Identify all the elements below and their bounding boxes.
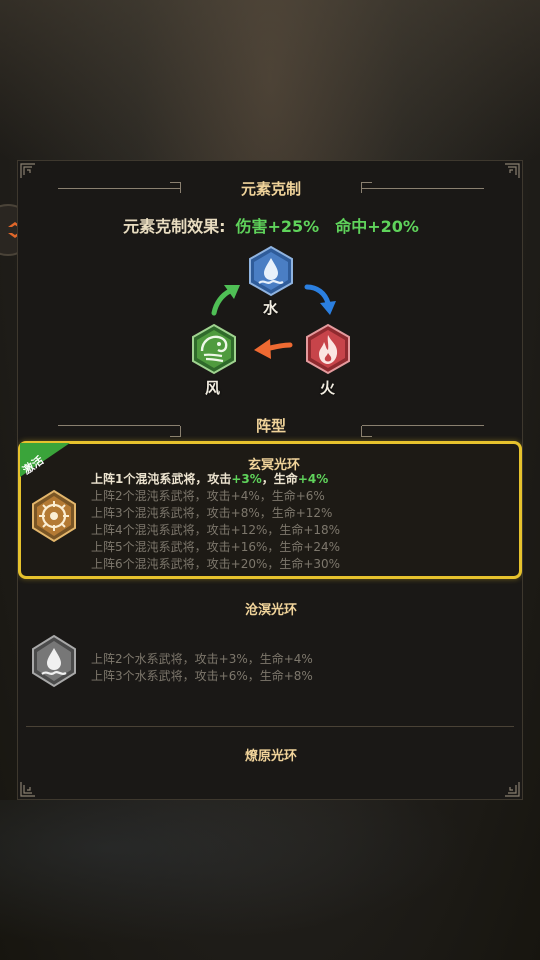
arrow-water-to-fire-icon bbox=[304, 284, 336, 315]
aura-title-liaoyuan: 燎原光环 bbox=[244, 749, 297, 764]
background-blur-bottom bbox=[0, 800, 540, 960]
aura-card-cangming[interactable]: 沧溟光环 上阵2个水系武将，攻击+3%，生命+4% 上阵3个水系武将，攻击+6%… bbox=[18, 591, 522, 721]
aura-line: 上阵6个混沌系武将，攻击+20%，生命+30% bbox=[91, 557, 341, 571]
aura-line: 上阵3个水系武将，攻击+6%，生命+8% bbox=[91, 669, 313, 683]
element-label-fire: 火 bbox=[320, 379, 336, 397]
effect-label: 元素克制效果: bbox=[123, 217, 226, 236]
element-formation-panel: 元素克制 元素克制效果: 伤害+25% 命中+20% 水 火 风 阵型 激活 玄… bbox=[17, 160, 523, 800]
aura-line: 上阵5个混沌系武将，攻击+16%，生命+24% bbox=[91, 540, 341, 554]
arrow-wind-to-water-icon bbox=[211, 285, 240, 316]
aura-line: 上阵3个混沌系武将，攻击+8%，生命+12% bbox=[91, 506, 333, 520]
background-blur-top bbox=[0, 0, 540, 160]
aura-card-liaoyuan[interactable]: 燎原光环 bbox=[18, 737, 522, 797]
formation-section-title: 阵型 bbox=[255, 417, 286, 435]
arrow-fire-to-wind-icon bbox=[254, 339, 293, 359]
effect-damage: 伤害+25% bbox=[235, 217, 320, 236]
aura-line: 上阵4个混沌系武将，攻击+12%，生命+18% bbox=[91, 523, 341, 537]
water-icon bbox=[249, 245, 293, 297]
aura-lines-xuanming: 上阵1个混沌系武将，攻击+3%，生命+4% 上阵2个混沌系武将，攻击+4%，生命… bbox=[91, 471, 340, 573]
aura-line-active: 上阵1个混沌系武将，攻击+3%，生命+4% bbox=[91, 472, 329, 486]
element-label-water: 水 bbox=[263, 299, 279, 317]
element-section-header: 元素克制 bbox=[18, 177, 522, 201]
aura-line: 上阵2个混沌系武将，攻击+4%，生命+6% bbox=[91, 489, 325, 503]
chaos-icon bbox=[32, 489, 76, 543]
aura-separator bbox=[26, 726, 514, 727]
wind-icon bbox=[192, 323, 236, 375]
element-effect-row: 元素克制效果: 伤害+25% 命中+20% bbox=[18, 213, 522, 237]
fire-icon bbox=[306, 323, 350, 375]
element-label-wind: 风 bbox=[205, 379, 221, 397]
aura-card-xuanming[interactable]: 激活 玄冥光环 上阵1个混沌系武将，攻击+3%，生命+4% 上阵2个混沌系武将，… bbox=[18, 441, 522, 579]
water-icon bbox=[32, 634, 76, 688]
aura-title-cangming: 沧溟光环 bbox=[244, 603, 297, 618]
aura-line: 上阵2个水系武将，攻击+3%，生命+4% bbox=[91, 652, 313, 666]
formation-section-header: 阵型 bbox=[18, 414, 522, 438]
aura-lines-cangming: 上阵2个水系武将，攻击+3%，生命+4% 上阵3个水系武将，攻击+6%，生命+8… bbox=[91, 651, 313, 685]
effect-hit: 命中+20% bbox=[335, 217, 419, 236]
element-section-title: 元素克制 bbox=[240, 180, 301, 198]
